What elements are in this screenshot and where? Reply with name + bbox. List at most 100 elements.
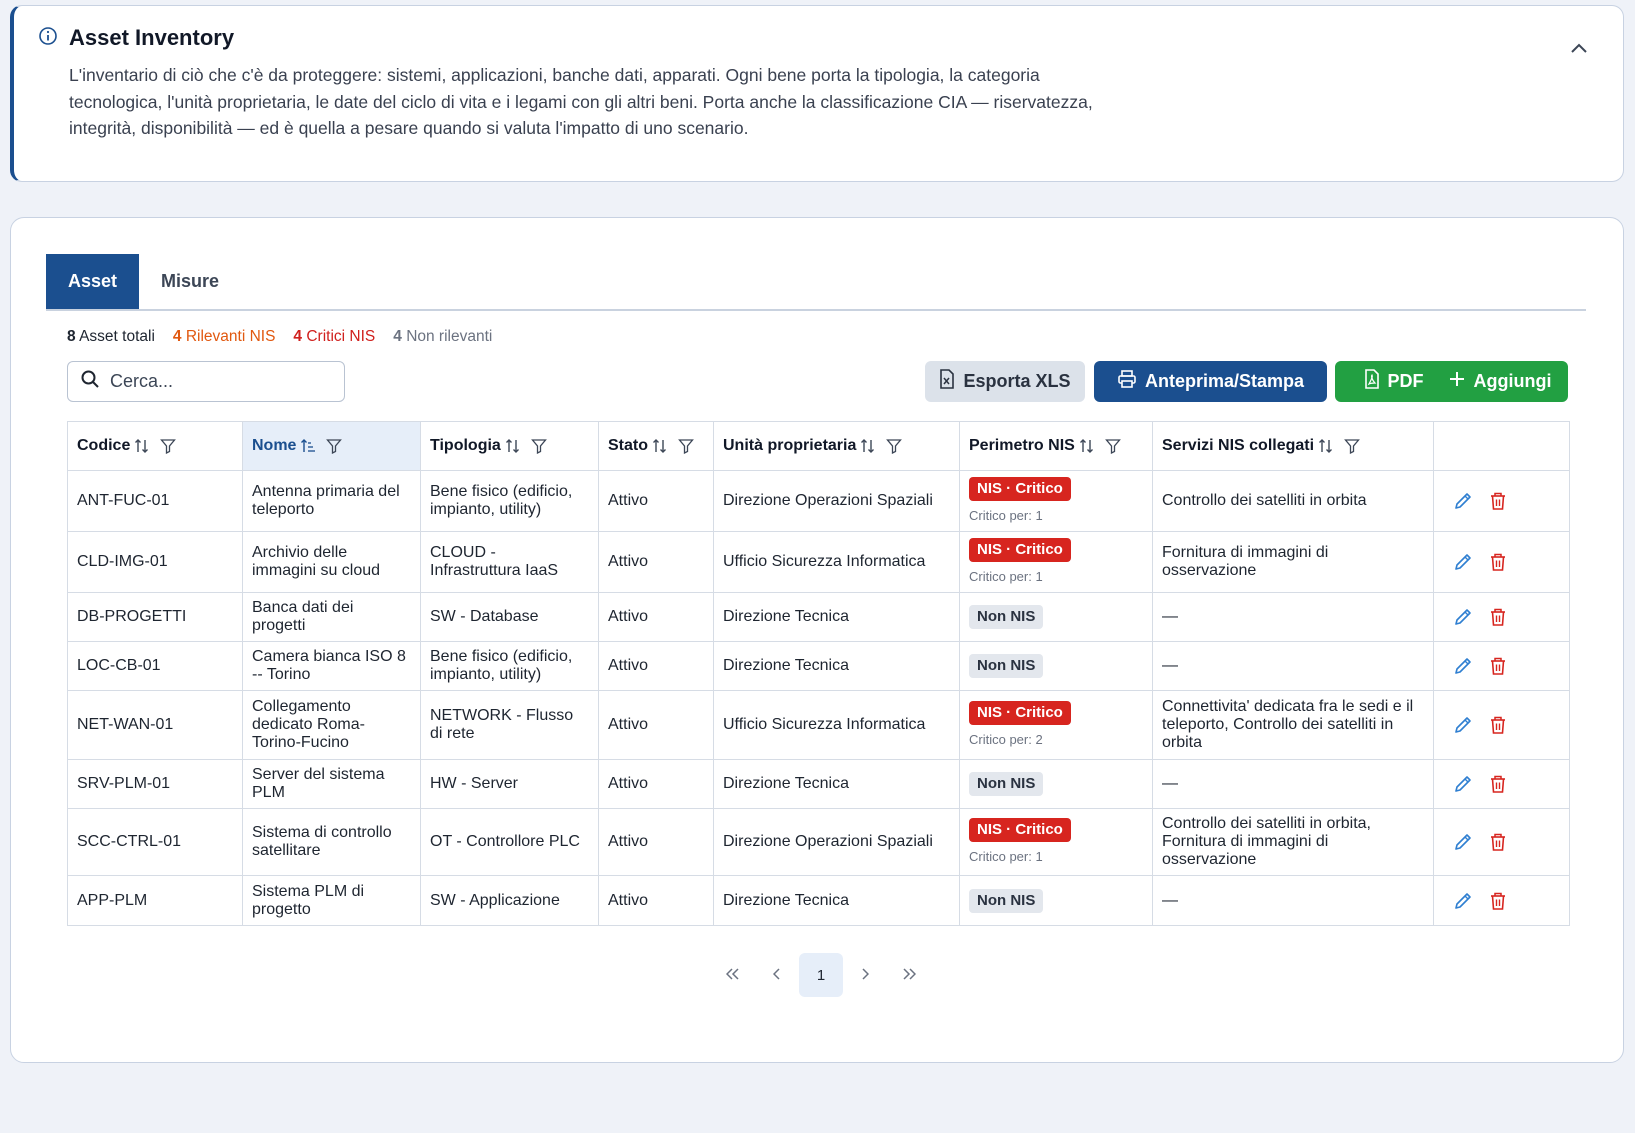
sort-ascending-icon[interactable] [300, 437, 316, 455]
search-input[interactable] [110, 371, 330, 392]
column-header-codice[interactable]: Codice [67, 421, 243, 471]
add-asset-button[interactable]: Aggiungi [1431, 361, 1568, 402]
cell-stato: Attivo [598, 470, 714, 532]
table-row: LOC-CB-01 Camera bianca ISO 8 -- Torino Be… [67, 641, 1570, 691]
filter-icon[interactable] [326, 437, 343, 455]
last-page-button[interactable] [887, 953, 931, 997]
critico-per-label: Critico per: 1 [969, 508, 1043, 523]
cell-servizi-nis: — [1152, 875, 1434, 926]
cell-tipologia: SW - Database [420, 592, 599, 642]
filter-icon[interactable] [1344, 437, 1360, 455]
column-header-stato[interactable]: Stato [598, 421, 714, 471]
cell-perimetro-nis: NIS · Critico Critico per: 1 [959, 808, 1153, 876]
delete-trash-icon[interactable] [1489, 774, 1507, 794]
cell-servizi-nis: — [1152, 592, 1434, 642]
edit-pencil-icon[interactable] [1453, 491, 1473, 511]
cell-tipologia: CLOUD - Infrastruttura IaaS [420, 531, 599, 593]
search-box [67, 361, 345, 402]
cell-actions [1433, 808, 1570, 876]
cell-nome: Sistema PLM di progetto [242, 875, 421, 926]
sort-icon[interactable] [652, 437, 668, 455]
cell-unita-proprietaria: Direzione Tecnica [713, 592, 960, 642]
cell-servizi-nis: Fornitura di immagini di osservazione [1152, 531, 1434, 593]
sort-icon[interactable] [1318, 437, 1334, 455]
column-header-nome[interactable]: Nome [242, 421, 421, 471]
cell-actions [1433, 759, 1570, 809]
filter-icon[interactable] [530, 437, 547, 455]
critico-per-label: Critico per: 1 [969, 849, 1043, 864]
column-header-unita[interactable]: Unità proprietaria [713, 421, 960, 471]
sort-icon[interactable] [505, 437, 521, 455]
edit-pencil-icon[interactable] [1453, 656, 1473, 676]
edit-pencil-icon[interactable] [1453, 891, 1473, 911]
cell-perimetro-nis: NIS · Critico Critico per: 1 [959, 531, 1153, 593]
edit-pencil-icon[interactable] [1453, 774, 1473, 794]
cell-unita-proprietaria: Direzione Tecnica [713, 641, 960, 691]
cell-tipologia: SW - Applicazione [420, 875, 599, 926]
prev-page-button[interactable] [755, 953, 799, 997]
cell-perimetro-nis: Non NIS [959, 759, 1153, 809]
cell-stato: Attivo [598, 875, 714, 926]
filter-icon[interactable] [886, 437, 903, 455]
page-description: L'inventario di ciò che c'è da protegger… [69, 65, 1093, 138]
tab-asset[interactable]: Asset [46, 254, 140, 309]
delete-trash-icon[interactable] [1489, 891, 1507, 911]
delete-trash-icon[interactable] [1489, 832, 1507, 852]
cell-actions [1433, 690, 1570, 760]
edit-pencil-icon[interactable] [1453, 552, 1473, 572]
cell-servizi-nis: Controllo dei satelliti in orbita [1152, 470, 1434, 532]
chevron-right-icon [861, 967, 870, 984]
collapse-button[interactable] [1565, 36, 1593, 64]
table-row: DB-PROGETTI Banca dati dei progetti SW - D… [67, 592, 1570, 642]
tab-misure[interactable]: Misure [139, 254, 241, 309]
page-number-button[interactable]: 1 [799, 953, 843, 997]
export-xls-button[interactable]: Esporta XLS [925, 361, 1085, 402]
first-page-button[interactable] [711, 953, 755, 997]
column-label: Unità proprietaria [723, 437, 857, 454]
nis-status-badge: NIS · Critico [969, 477, 1071, 501]
print-preview-button[interactable]: Anteprima/Stampa [1094, 361, 1327, 402]
delete-trash-icon[interactable] [1489, 491, 1507, 511]
asset-table-wrapper: Codice Nome Tipologia Stato Unità proprietar… [67, 421, 1570, 926]
chevron-left-icon [772, 967, 781, 984]
nis-status-badge: Non NIS [969, 888, 1044, 913]
next-page-button[interactable] [843, 953, 887, 997]
cell-codice: CLD-IMG-01 [67, 531, 243, 593]
sort-icon[interactable] [860, 437, 876, 455]
table-header-row: Codice Nome Tipologia Stato Unità proprietar… [67, 421, 1570, 471]
page-title: Asset Inventory [69, 25, 235, 50]
nis-status-badge: Non NIS [969, 772, 1044, 796]
column-header-perimetro-nis[interactable]: Perimetro NIS [959, 421, 1153, 471]
sort-icon[interactable] [134, 437, 150, 455]
cell-perimetro-nis: Non NIS [959, 592, 1153, 642]
delete-trash-icon[interactable] [1489, 656, 1507, 676]
edit-pencil-icon[interactable] [1453, 832, 1473, 852]
filter-icon[interactable] [678, 437, 694, 455]
cell-perimetro-nis: NIS · Critico Critico per: 1 [959, 470, 1153, 532]
chevron-up-icon [1569, 41, 1589, 59]
delete-trash-icon[interactable] [1489, 607, 1507, 627]
table-row: SRV-PLM-01 Server del sistema PLM HW - Ser… [67, 759, 1570, 809]
cell-servizi-nis: Connettivita' dedicata fra le sedi e il … [1152, 690, 1434, 760]
column-label: Codice [77, 437, 131, 454]
sort-icon[interactable] [1079, 437, 1095, 455]
column-header-servizi-nis[interactable]: Servizi NIS collegati [1152, 421, 1434, 471]
edit-pencil-icon[interactable] [1453, 607, 1473, 627]
column-header-tipologia[interactable]: Tipologia [420, 421, 599, 471]
tab-bar: Asset Misure [46, 254, 1586, 311]
delete-trash-icon[interactable] [1489, 715, 1507, 735]
table-row: CLD-IMG-01 Archivio delle immagini su clo… [67, 531, 1570, 593]
cell-perimetro-nis: Non NIS [959, 641, 1153, 691]
column-label: Perimetro NIS [969, 437, 1075, 454]
column-label: Tipologia [430, 437, 501, 454]
cell-codice: APP-PLM [67, 875, 243, 926]
filter-icon[interactable] [1104, 437, 1121, 455]
print-preview-label: Anteprima/Stampa [1144, 371, 1305, 391]
filter-icon[interactable] [160, 437, 177, 455]
cell-nome: Collegamento dedicato Roma-Torino-Fucino [242, 690, 421, 760]
cell-servizi-nis: — [1152, 641, 1434, 691]
search-icon [80, 369, 100, 394]
cell-unita-proprietaria: Direzione Tecnica [713, 759, 960, 809]
edit-pencil-icon[interactable] [1453, 715, 1473, 735]
delete-trash-icon[interactable] [1489, 552, 1507, 572]
